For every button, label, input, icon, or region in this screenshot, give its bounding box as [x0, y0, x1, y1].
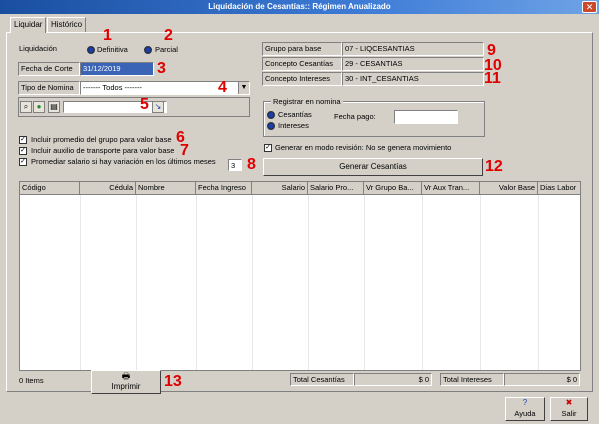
generar-cesantias-button[interactable]: Generar Cesantías [263, 158, 483, 176]
promedio-grupo-label: Incluir promedio del grupo para valor ba… [31, 135, 172, 144]
document-icon[interactable]: ▤ [48, 101, 60, 113]
annotation-1: 1 [103, 27, 112, 44]
column-header-valor-base[interactable]: Valor Base [480, 182, 538, 195]
annotation-2: 2 [164, 27, 173, 44]
fecha-corte-label: Fecha de Corte [18, 62, 80, 76]
concepto-intereses-label: Concepto Intereses [262, 72, 342, 86]
grupo-base-label: Grupo para base [262, 42, 342, 56]
column-header-vr-aux-transporte[interactable]: Vr Aux Tran... [422, 182, 480, 195]
total-cesantias-label: Total Cesantías [290, 373, 354, 386]
promediar-salario-checkbox[interactable]: ✓ [19, 158, 27, 166]
auxilio-transporte-checkbox[interactable]: ✓ [19, 147, 27, 155]
liquidacion-label: Liquidación [19, 44, 57, 53]
annotation-4: 4 [218, 79, 227, 96]
annotation-12: 12 [485, 158, 503, 175]
concepto-intereses-value: 30 - INT_CESANTIAS [342, 72, 484, 86]
column-header-nombre[interactable]: Nombre [136, 182, 196, 195]
column-header-vr-grupo-base[interactable]: Vr Grupo Ba... [364, 182, 422, 195]
registrar-cesantias-label: Cesantías [278, 110, 312, 119]
column-header-cedula[interactable]: Cédula [80, 182, 136, 195]
exit-icon: ✖ [565, 398, 573, 407]
help-icon: ? [522, 398, 528, 407]
total-cesantias-value: $ 0 [354, 373, 432, 386]
salir-button[interactable]: ✖ Salir [550, 397, 588, 421]
table-header: Código Cédula Nombre Fecha Ingreso Salar… [20, 182, 580, 195]
fecha-corte-input[interactable]: 31/12/2019 [80, 62, 154, 76]
search-icon[interactable]: ⌕ [20, 101, 32, 113]
total-intereses-label: Total Intereses [440, 373, 504, 386]
total-intereses-value: $ 0 [504, 373, 580, 386]
column-divider [308, 195, 309, 370]
column-divider [196, 195, 197, 370]
promedio-grupo-checkbox[interactable]: ✓ [19, 136, 27, 144]
registrar-intereses-label: Intereses [278, 121, 309, 130]
close-window-icon[interactable]: ✕ [582, 1, 597, 13]
concepto-cesantias-label: Concepto Cesantías [262, 57, 342, 71]
printer-icon: 🖶 [121, 371, 131, 381]
column-divider [422, 195, 423, 370]
auxilio-transporte-label: Incluir auxilio de transporte para valor… [31, 146, 175, 155]
tab-historico[interactable]: Histórico [47, 17, 87, 32]
modo-revision-label: Generar en modo revisión: No se genera m… [275, 143, 452, 152]
meses-input[interactable]: 3 [228, 159, 242, 171]
imprimir-button[interactable]: 🖶 Imprimir [91, 370, 161, 394]
parcial-radio[interactable] [144, 46, 152, 54]
column-divider [136, 195, 137, 370]
user-icon[interactable]: ● [33, 101, 45, 113]
column-header-codigo[interactable]: Código [20, 182, 80, 195]
column-header-salario[interactable]: Salario [252, 182, 308, 195]
chevron-down-icon[interactable]: ▼ [238, 82, 249, 94]
annotation-13: 13 [164, 373, 182, 390]
column-divider [364, 195, 365, 370]
column-header-dias-laborados[interactable]: Dias Labor [538, 182, 582, 195]
cesantias-table[interactable]: Código Cédula Nombre Fecha Ingreso Salar… [19, 181, 581, 371]
annotation-5: 5 [140, 96, 149, 113]
column-header-fecha-ingreso[interactable]: Fecha Ingreso [196, 182, 252, 195]
definitiva-radio[interactable] [87, 46, 95, 54]
window-title: Liquidación de Cesantías:: Régimen Anual… [208, 2, 391, 11]
registrar-cesantias-radio[interactable] [267, 111, 275, 119]
items-count: 0 Items [19, 376, 44, 385]
fecha-pago-label: Fecha pago: [334, 112, 376, 121]
column-header-salario-promedio[interactable]: Salario Pro... [308, 182, 364, 195]
tab-liquidar[interactable]: Liquidar [10, 17, 47, 33]
modo-revision-checkbox[interactable]: ✓ [264, 144, 272, 152]
definitiva-label: Definitiva [97, 45, 128, 54]
ayuda-button[interactable]: ? Ayuda [505, 397, 545, 421]
registrar-nomina-title: Registrar en nomina [271, 97, 343, 106]
window-title-bar: Liquidación de Cesantías:: Régimen Anual… [0, 0, 599, 14]
grupo-base-value: 07 - LIQCESANTIAS [342, 42, 484, 56]
registrar-intereses-radio[interactable] [267, 122, 275, 130]
annotation-3: 3 [157, 60, 166, 77]
column-divider [80, 195, 81, 370]
concepto-cesantias-value: 29 - CESANTIAS [342, 57, 484, 71]
tipo-nomina-label: Tipo de Nomina [18, 81, 80, 95]
column-divider [252, 195, 253, 370]
fecha-pago-input[interactable] [394, 110, 458, 124]
column-divider [480, 195, 481, 370]
promediar-salario-label: Promediar salario si hay variación en lo… [31, 157, 216, 166]
annotation-8: 8 [247, 156, 256, 173]
parcial-label: Parcial [155, 45, 178, 54]
arrow-icon[interactable]: ↘ [152, 101, 164, 113]
annotation-11: 11 [484, 70, 501, 87]
column-divider [538, 195, 539, 370]
